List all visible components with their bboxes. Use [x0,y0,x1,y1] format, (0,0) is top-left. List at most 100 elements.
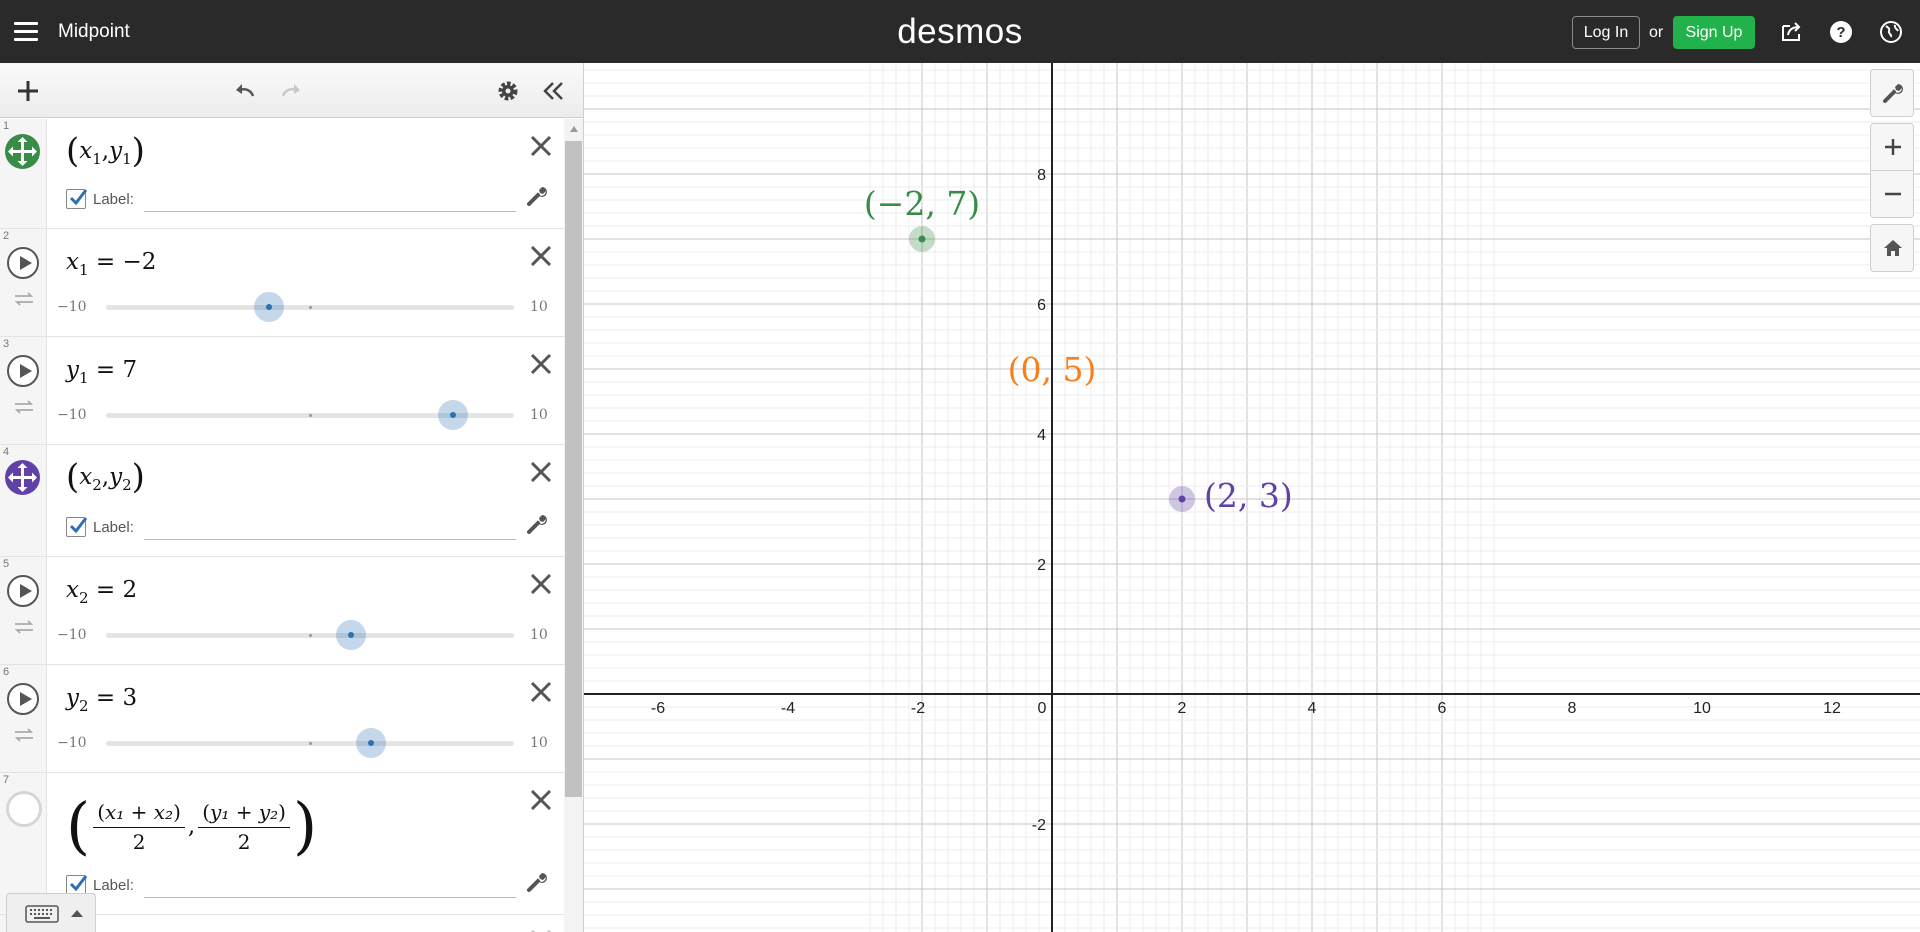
graph-point[interactable] [918,235,926,243]
label-row: Label: [66,515,516,541]
expression-row[interactable]: 1 (x1,y1) Label: [0,119,564,229]
delete-expression-icon[interactable] [528,679,554,705]
slider-thumb[interactable] [356,728,387,758]
loop-icon[interactable] [13,291,35,307]
midpoint-expression[interactable]: ((x₁ + x₂) 2, (y₁ + y₂) 2) [66,789,317,862]
x-tick-label: -2 [911,700,925,717]
x-tick-label: 12 [1823,700,1841,717]
settings-gear-icon[interactable] [495,78,521,104]
undo-icon[interactable] [232,78,258,104]
label-row: Label: [66,187,516,213]
label-input[interactable] [144,187,516,212]
x-tick-label: 6 [1438,700,1447,717]
play-slider-icon[interactable] [7,575,39,607]
slider-expression[interactable]: x2 = 2 [66,577,137,607]
label-row: Label: [66,873,516,899]
slider-max-label[interactable]: 10 [530,627,548,643]
point-expression[interactable]: (x2,y2) [66,457,145,497]
expression-row[interactable]: 6 y2 = 3 −10 10 [0,665,564,773]
slider-track[interactable] [106,728,514,758]
move-point-icon[interactable] [5,460,40,495]
expression-index: 3 [3,338,10,350]
slider-max-label[interactable]: 10 [530,299,548,315]
slider-track[interactable] [106,620,514,650]
slider-min-label[interactable]: −10 [57,407,87,423]
expression-tab: 6 [0,665,47,772]
slider-expression[interactable]: x1 = −2 [66,249,156,279]
graph-title[interactable]: Midpoint [58,21,130,43]
slider-max-label[interactable]: 10 [530,407,548,423]
label-input[interactable] [144,515,516,540]
play-slider-icon[interactable] [7,355,39,387]
expression-scrollbar[interactable] [564,119,583,932]
point-label: (2, 3) [1204,476,1293,515]
help-icon[interactable]: ? [1829,20,1853,44]
expression-row[interactable]: 3 y1 = 7 −10 10 [0,337,564,445]
slider-thumb[interactable] [254,292,285,322]
play-slider-icon[interactable] [7,247,39,279]
label-checkbox[interactable] [66,517,88,537]
wrench-icon[interactable] [526,871,548,893]
login-button[interactable]: Log In [1572,16,1640,49]
play-slider-icon[interactable] [7,683,39,715]
wrench-icon[interactable] [526,513,548,535]
expression-tab: 4 [0,445,47,556]
slider-expression[interactable]: y1 = 7 [66,357,137,387]
graph-paper[interactable]: -6 -4 -2 0 2 4 6 8 10 12 8 6 4 2 -2 (−2, 7) (2, 3) (0, 5) [584,63,1920,932]
x-tick-label: 10 [1693,700,1711,717]
wrench-icon[interactable] [526,185,548,207]
move-point-icon[interactable] [5,134,40,169]
slider-min-label[interactable]: −10 [57,299,87,315]
expression-row[interactable]: 5 x2 = 2 −10 10 [0,557,564,665]
y-tick-label: 4 [1037,427,1046,444]
collapse-panel-icon[interactable] [541,78,567,104]
label-checkbox[interactable] [66,189,88,209]
graph-canvas[interactable]: -6 -4 -2 0 2 4 6 8 10 12 8 6 4 2 -2 (−2, 7) (2, 3) (0, 5) [584,63,1920,932]
delete-expression-icon[interactable] [528,133,554,159]
signup-button[interactable]: Sign Up [1673,16,1755,49]
default-viewport-home-icon[interactable] [1870,224,1914,272]
y-tick-label: -2 [1032,817,1046,834]
expression-row[interactable]: 4 (x2,y2) Label: [0,445,564,557]
keyboard-toggle-button[interactable] [6,893,96,932]
language-globe-icon[interactable] [1879,20,1903,44]
graph-point[interactable] [1178,495,1186,503]
add-expression-icon[interactable] [15,78,41,104]
scrollbar-thumb[interactable] [565,141,582,797]
loop-icon[interactable] [13,619,35,635]
slider-max-label[interactable]: 10 [530,735,548,751]
share-icon[interactable] [1780,20,1804,44]
delete-expression-icon[interactable] [528,243,554,269]
expression-index: 1 [3,120,10,132]
redo-icon[interactable] [278,78,304,104]
scroll-up-icon[interactable] [570,126,578,132]
delete-expression-icon[interactable] [528,459,554,485]
delete-expression-icon[interactable] [528,351,554,377]
point-expression[interactable]: (x1,y1) [66,131,145,171]
x-tick-label: -4 [781,700,795,717]
graph-settings-wrench-icon[interactable] [1870,69,1914,117]
expression-toolbar [0,63,583,118]
label-checkbox[interactable] [66,875,88,895]
label-input[interactable] [144,873,516,898]
slider-track[interactable] [106,400,514,430]
label-text: Label: [93,519,134,536]
menu-icon[interactable] [14,20,38,42]
loop-icon[interactable] [13,727,35,743]
slider-expression[interactable]: y2 = 3 [66,685,137,715]
hidden-point-icon[interactable] [6,791,42,827]
delete-expression-icon[interactable] [528,927,554,932]
delete-expression-icon[interactable] [528,571,554,597]
slider-track[interactable] [106,292,514,322]
slider-thumb[interactable] [335,620,366,650]
expression-row[interactable]: 2 x1 = −2 −10 10 [0,229,564,337]
slider-min-label[interactable]: −10 [57,735,87,751]
slider-thumb[interactable] [437,400,468,430]
expression-index: 2 [3,230,10,242]
delete-expression-icon[interactable] [528,787,554,813]
zoom-in-icon[interactable] [1870,123,1914,171]
loop-icon[interactable] [13,399,35,415]
zoom-out-icon[interactable] [1870,170,1914,218]
slider-min-label[interactable]: −10 [57,627,87,643]
expression-index: 6 [3,666,10,678]
